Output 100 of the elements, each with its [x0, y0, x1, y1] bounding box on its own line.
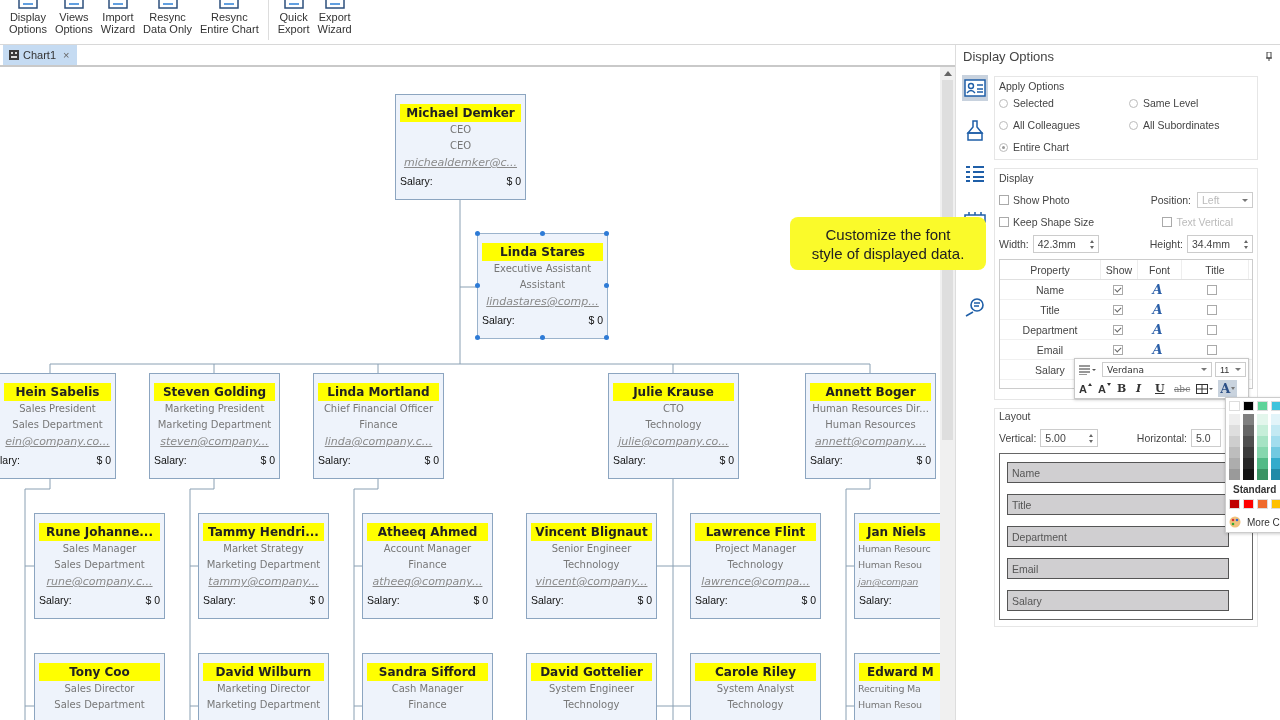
org-card[interactable]: Sandra Sifford Cash Manager Finance — [362, 653, 493, 720]
color-swatch[interactable] — [1257, 436, 1268, 447]
radio-button[interactable] — [999, 120, 1008, 130]
font-button[interactable]: A — [1152, 322, 1163, 337]
radio-option[interactable]: Selected — [999, 97, 1129, 109]
color-swatch[interactable] — [1243, 414, 1254, 425]
format-button[interactable]: abc — [1172, 380, 1193, 397]
font-button[interactable]: A — [1152, 282, 1163, 297]
org-card[interactable]: Carole Riley System Analyst Technology — [690, 653, 821, 720]
format-button[interactable]: B — [1115, 380, 1132, 397]
toolbar-button[interactable]: Views Options — [51, 0, 96, 35]
checkbox[interactable] — [1113, 344, 1123, 355]
radio-option[interactable]: All Subordinates — [1129, 119, 1259, 131]
checkbox[interactable] — [1207, 304, 1217, 315]
color-swatch[interactable] — [1257, 499, 1268, 509]
field-bar[interactable]: Department — [1007, 526, 1229, 547]
format-button[interactable]: A — [1096, 380, 1113, 397]
font-button[interactable]: A — [1152, 342, 1163, 357]
checkbox[interactable] — [999, 195, 1009, 205]
color-swatch[interactable] — [1257, 425, 1268, 436]
selection-handle[interactable] — [604, 283, 609, 288]
org-card[interactable]: David Wilburn Marketing Director Marketing Department — [198, 653, 329, 720]
color-swatch[interactable] — [1243, 436, 1254, 447]
color-swatch[interactable] — [1243, 469, 1254, 480]
checkbox[interactable] — [1207, 344, 1217, 355]
toolbar-button[interactable]: Import Wizard — [97, 0, 139, 35]
org-card[interactable]: Linda Mortland Chief Financial Officer Finance linda@company.c... Salary: $ 0 — [313, 373, 444, 479]
radio-button[interactable] — [1129, 120, 1138, 130]
color-swatch[interactable] — [1271, 499, 1280, 509]
format-button[interactable]: U — [1153, 380, 1170, 397]
font-dropdown[interactable]: Verdana — [1102, 362, 1212, 377]
checkbox[interactable] — [1207, 324, 1217, 335]
document-tab[interactable]: Chart1 × — [3, 45, 78, 65]
color-swatch[interactable] — [1271, 469, 1280, 480]
org-card[interactable]: Annett Boger Human Resources Dir... Human Resources annett@company.... Salary: $ 0 — [805, 373, 936, 479]
color-swatch[interactable] — [1229, 425, 1240, 436]
selection-handle[interactable] — [539, 231, 545, 236]
org-card[interactable]: Tony Coo Sales Director Sales Department — [34, 653, 165, 720]
size-dropdown[interactable]: 11 — [1215, 362, 1246, 377]
org-card[interactable]: Michael Demker CEO CEO michealdemker@c... Salary: $ 0 — [395, 94, 526, 200]
color-swatch[interactable] — [1229, 401, 1240, 411]
horizontal-spinner[interactable]: 5.0 — [1191, 429, 1221, 447]
toolbar-button[interactable]: Display Options — [6, 0, 50, 35]
pin-icon[interactable] — [1266, 51, 1272, 61]
org-card[interactable]: Vincent Blignaut Senior Engineer Technology vincent@company... Salary: $ 0 — [526, 513, 657, 619]
org-card[interactable]: Rune Johanne... Sales Manager Sales Department rune@company.c... Salary: $ 0 — [34, 513, 165, 619]
radio-option[interactable]: All Colleagues — [999, 119, 1129, 131]
close-icon[interactable]: × — [63, 49, 70, 61]
org-card[interactable]: David Gottelier System Engineer Technology — [526, 653, 657, 720]
org-card[interactable]: Atheeq Ahmed Account Manager Finance atheeq@company... Salary: $ 0 — [362, 513, 493, 619]
selection-handle[interactable] — [539, 335, 545, 340]
color-swatch[interactable] — [1229, 469, 1240, 480]
checkbox[interactable] — [1113, 324, 1123, 335]
color-swatch[interactable] — [1257, 414, 1268, 425]
color-swatch[interactable] — [1257, 401, 1268, 411]
selection-handle[interactable] — [475, 335, 480, 340]
toolbar-button[interactable]: Resync Data Only — [140, 0, 195, 35]
more-colors-link[interactable]: More C — [1247, 516, 1280, 528]
color-swatch[interactable] — [1243, 425, 1254, 436]
vertical-spinner[interactable]: 5.00 — [1040, 429, 1099, 447]
field-bar[interactable]: Email — [1007, 558, 1229, 579]
color-swatch[interactable] — [1229, 499, 1240, 509]
org-card[interactable]: Lawrence Flint Project Manager Technology lawrence@compa... Salary: $ 0 — [690, 513, 821, 619]
toolbar-button[interactable]: Export Wizard — [314, 0, 355, 35]
field-bar[interactable]: Salary — [1007, 590, 1229, 611]
color-swatch[interactable] — [1257, 458, 1268, 469]
selection-handle[interactable] — [604, 231, 609, 236]
checkbox[interactable] — [999, 217, 1009, 227]
checkbox[interactable] — [1113, 284, 1123, 295]
color-swatch[interactable] — [1243, 447, 1254, 458]
radio-button[interactable] — [999, 142, 1008, 152]
format-button[interactable]: I — [1134, 380, 1151, 397]
color-swatch[interactable] — [1271, 414, 1280, 425]
color-swatch[interactable] — [1271, 458, 1280, 469]
radio-option[interactable]: Entire Chart — [999, 141, 1129, 153]
color-swatch[interactable] — [1257, 447, 1268, 458]
radio-button[interactable] — [1129, 98, 1138, 108]
org-card[interactable]: Edward M Recruiting Ma Human Resou — [854, 653, 940, 720]
contact-card-icon[interactable] — [962, 75, 988, 101]
color-swatch[interactable] — [1243, 401, 1254, 411]
color-swatch[interactable] — [1243, 499, 1254, 509]
format-button[interactable]: A — [1077, 380, 1094, 397]
toolbar-button[interactable]: Quick Export — [274, 0, 313, 35]
align-icon[interactable] — [1077, 364, 1099, 375]
selection-handle[interactable] — [475, 231, 480, 236]
radio-button[interactable] — [999, 98, 1008, 108]
org-card[interactable]: Julie Krause CTO Technology julie@company.co... Salary: $ 0 — [608, 373, 739, 479]
checkbox[interactable] — [1113, 304, 1123, 315]
height-spinner[interactable]: 34.4mm — [1187, 235, 1253, 253]
org-card[interactable]: Linda Stares Executive Assistant Assistant lindastares@comp... Salary: $ 0 — [477, 233, 608, 339]
toolbar-button[interactable]: Resync Entire Chart — [197, 0, 262, 35]
color-swatch[interactable] — [1243, 458, 1254, 469]
radio-option[interactable]: Same Level — [1129, 97, 1259, 109]
color-swatch[interactable] — [1271, 401, 1280, 411]
color-swatch[interactable] — [1229, 414, 1240, 425]
color-swatch[interactable] — [1229, 447, 1240, 458]
org-card[interactable]: Jan Niels Human Resourc Human Resou jan@compan Salary: — [854, 513, 940, 619]
color-swatch[interactable] — [1229, 458, 1240, 469]
org-card[interactable]: Hein Sabelis Sales President Sales Department ein@company.co... lary: $ 0 — [0, 373, 116, 479]
checkbox[interactable] — [1207, 284, 1217, 295]
